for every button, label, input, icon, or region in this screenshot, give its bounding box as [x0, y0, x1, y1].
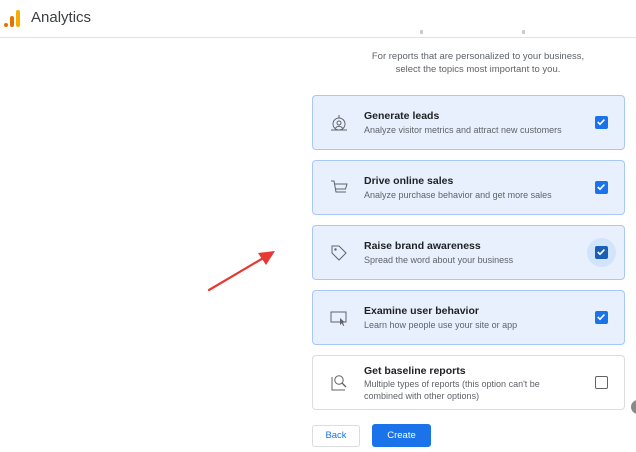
option-checkbox-checked[interactable]	[595, 116, 608, 129]
option-card-drive-online-sales[interactable]: Drive online sales Analyze purchase beha…	[312, 160, 625, 215]
option-description: Multiple types of reports (this option c…	[364, 379, 540, 401]
option-checkbox-checked[interactable]	[595, 311, 608, 324]
intro-line-2: select the topics most important to you.	[395, 64, 561, 75]
option-title: Examine user behavior	[364, 305, 479, 317]
option-description: Learn how people use your site or app	[364, 320, 518, 330]
option-checkbox-unchecked[interactable]	[595, 376, 608, 389]
top-bar: Analytics	[0, 0, 636, 38]
option-checkbox-checked[interactable]	[595, 181, 608, 194]
annotation-arrow-icon	[207, 251, 275, 292]
floating-help-button[interactable]	[631, 400, 636, 414]
analytics-logo-icon[interactable]	[4, 9, 20, 27]
option-card-examine-user-behavior[interactable]: Examine user behavior Learn how people u…	[312, 290, 625, 345]
intro-line-1: For reports that are personalized to you…	[371, 51, 585, 62]
screen-cursor-icon	[330, 311, 347, 326]
option-description: Analyze visitor metrics and attract new …	[364, 125, 562, 135]
shopping-cart-icon	[331, 180, 348, 193]
intro-text: For reports that are personalized to you…	[320, 50, 636, 76]
option-title: Get baseline reports	[364, 365, 466, 377]
option-description: Analyze purchase behavior and get more s…	[364, 190, 552, 200]
option-card-raise-brand-awareness[interactable]: Raise brand awareness Spread the word ab…	[312, 225, 625, 280]
option-title: Raise brand awareness	[364, 240, 481, 252]
create-button[interactable]: Create	[372, 424, 431, 447]
magnifier-chart-icon	[331, 375, 347, 391]
option-description: Spread the word about your business	[364, 255, 514, 265]
option-title: Drive online sales	[364, 175, 454, 187]
cut-off-heading	[410, 30, 540, 36]
option-title: Generate leads	[364, 110, 440, 122]
option-card-get-baseline-reports[interactable]: Get baseline reports Multiple types of r…	[312, 355, 625, 410]
option-card-generate-leads[interactable]: Generate leads Analyze visitor metrics a…	[312, 95, 625, 150]
target-person-icon	[331, 115, 347, 131]
app-title: Analytics	[31, 9, 92, 26]
tag-icon	[331, 245, 347, 261]
option-checkbox-checked[interactable]	[595, 246, 608, 259]
back-button[interactable]: Back	[312, 425, 360, 447]
